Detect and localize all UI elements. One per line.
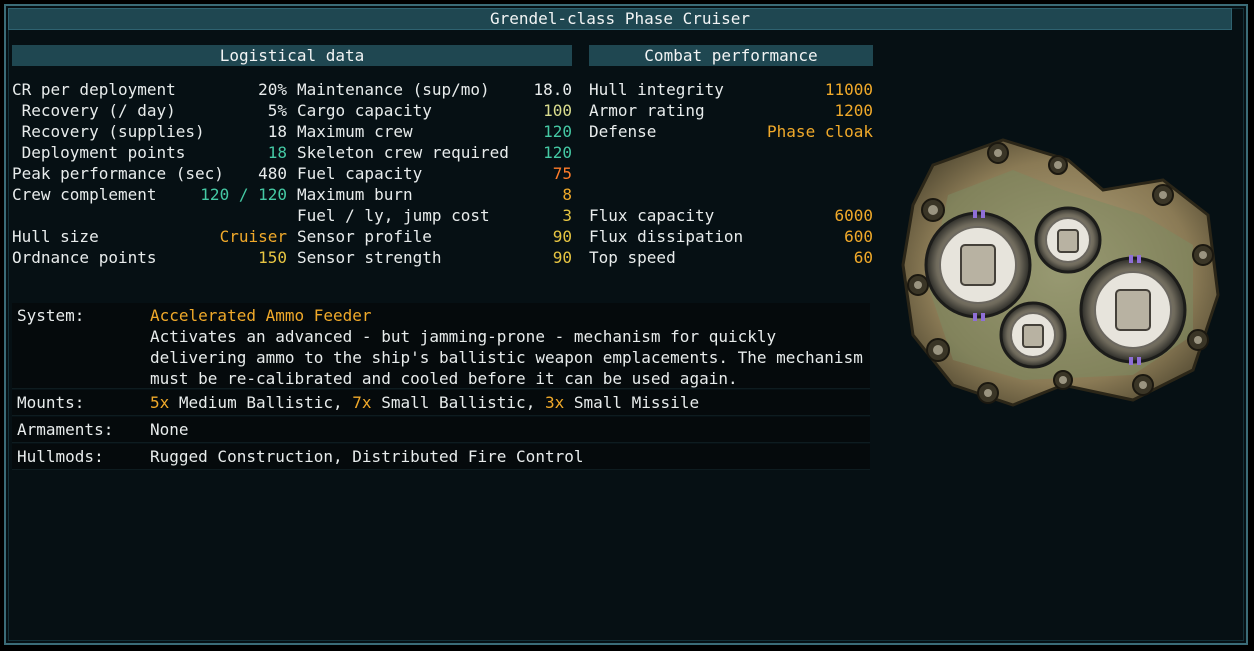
combat-stat-row: Defense Phase cloak <box>589 121 873 142</box>
combat-stat-value: 11000 <box>824 80 873 99</box>
logistics-stat-label: Ordnance points <box>12 248 157 267</box>
logistics-stat-value: 18 <box>267 122 287 141</box>
window-title: Grendel-class Phase Cruiser <box>8 8 1232 30</box>
logistics-stat-row: Peak performance (sec) 480 <box>12 163 287 184</box>
logistics-stat-value: 150 <box>258 248 287 267</box>
combat-stat-row: Hull integrity 11000 <box>589 79 873 100</box>
logistics-stat-row: Recovery (/ day) 5% <box>12 100 287 121</box>
logistics-stat-label: Maximum burn <box>297 185 413 204</box>
mount-count: 7x <box>352 393 372 412</box>
combat-stat-row <box>589 184 873 205</box>
logistics-stat-row: Sensor profile 90 <box>297 226 572 247</box>
logistics-stat-value: 480 <box>258 164 287 183</box>
logistics-stat-value: 18.0 <box>533 80 572 99</box>
combat-stat-value: 6000 <box>834 206 873 225</box>
logistics-stat-row: CR per deployment 20% <box>12 79 287 100</box>
mount-type: Small Missile <box>564 393 700 412</box>
combat-stat-row: Top speed 60 <box>589 247 873 268</box>
mounts-text: 5x Medium Ballistic, 7x Small Ballistic,… <box>150 392 865 413</box>
logistics-stat-value: 3 <box>562 206 572 225</box>
logistics-stat-value: 8 <box>562 185 572 204</box>
armaments-row: Armaments: None <box>12 417 870 443</box>
logistics-stat-row: Crew complement 120 / 120 <box>12 184 287 205</box>
hullmods-label: Hullmods: <box>17 447 104 466</box>
combat-stat-label: Top speed <box>589 248 676 267</box>
logistics-stat-value: 120 <box>543 143 572 162</box>
combat-stat-row: Flux capacity 6000 <box>589 205 873 226</box>
logistics-stat-row: Fuel capacity 75 <box>297 163 572 184</box>
logistics-stat-label: Recovery (/ day) <box>12 101 176 120</box>
logistics-stat-label: Sensor profile <box>297 227 432 246</box>
combat-stat-row <box>589 142 873 163</box>
logistics-stat-row: Ordnance points 150 <box>12 247 287 268</box>
logistics-stat-row: Maximum burn 8 <box>297 184 572 205</box>
combat-stat-row <box>589 163 873 184</box>
logistics-stat-value: Cruiser <box>219 227 287 246</box>
system-label: System: <box>17 306 85 325</box>
logistics-stat-value: 90 <box>552 227 572 246</box>
combat-performance-header: Combat performance <box>589 45 873 66</box>
combat-stat-label: Flux dissipation <box>589 227 744 246</box>
mounts-row: Mounts: 5x Medium Ballistic, 7x Small Ba… <box>12 390 870 416</box>
hullmods-row: Hullmods: Rugged Construction, Distribut… <box>12 444 870 470</box>
logistics-stat-label: Deployment points <box>12 143 186 162</box>
system-name: Accelerated Ammo Feeder <box>150 306 372 325</box>
logistics-stat-label: Peak performance (sec) <box>12 164 224 183</box>
logistics-stat-row: Maintenance (sup/mo) 18.0 <box>297 79 572 100</box>
logistics-stat-label: Crew complement <box>12 185 157 204</box>
logistics-stat-value: 120 / 120 <box>200 185 287 204</box>
combat-stat-value: 600 <box>844 227 873 246</box>
logistics-stat-row: Skeleton crew required 120 <box>297 142 572 163</box>
combat-stat-label: Flux capacity <box>589 206 715 225</box>
logistics-stat-label: Maintenance (sup/mo) <box>297 80 490 99</box>
logistics-stat-row: Recovery (supplies) 18 <box>12 121 287 142</box>
logistics-stat-row: Deployment points 18 <box>12 142 287 163</box>
logistics-stat-value: 20% <box>258 80 287 99</box>
logistics-stat-label: Fuel / ly, jump cost <box>297 206 490 225</box>
combat-stat-value: 60 <box>853 248 873 267</box>
logistics-stat-label: Sensor strength <box>297 248 442 267</box>
logistical-data-header: Logistical data <box>12 45 572 66</box>
combat-stat-label: Defense <box>589 122 657 141</box>
logistics-stat-row: Sensor strength 90 <box>297 247 572 268</box>
mount-count: 3x <box>544 393 565 412</box>
combat-stat-value: 1200 <box>834 101 873 120</box>
logistics-stat-value: 75 <box>552 164 572 183</box>
logistics-stat-value: 5% <box>267 101 287 120</box>
details-panel: System: Accelerated Ammo Feeder Activate… <box>12 303 870 470</box>
hullmods-value: Rugged Construction, Distributed Fire Co… <box>150 447 584 466</box>
logistics-stat-value: 120 <box>543 122 572 141</box>
logistics-stat-label: Fuel capacity <box>297 164 423 183</box>
logistics-stat-label: CR per deployment <box>12 80 176 99</box>
logistics-stat-label: Hull size <box>12 227 99 246</box>
ship-sprite-icon <box>901 138 1220 407</box>
combat-stat-label: Hull integrity <box>589 80 724 99</box>
system-text: Accelerated Ammo Feeder Activates an adv… <box>150 305 865 389</box>
combat-stat-value: Phase cloak <box>767 122 873 141</box>
logistics-stat-row <box>12 205 287 226</box>
mount-type: Medium Ballistic, <box>169 393 353 412</box>
mount-type: Small Ballistic, <box>371 393 545 412</box>
combat-stat-row: Armor rating 1200 <box>589 100 873 121</box>
logistics-stat-label: Skeleton crew required <box>297 143 509 162</box>
armaments-value: None <box>150 420 189 439</box>
logistics-stat-row: Cargo capacity 100 <box>297 100 572 121</box>
logistics-stat-value: 100 <box>543 101 572 120</box>
logistics-stat-row: Hull size Cruiser <box>12 226 287 247</box>
logistics-stat-row: Fuel / ly, jump cost 3 <box>297 205 572 226</box>
logistics-stat-label: Recovery (supplies) <box>12 122 205 141</box>
logistics-stat-value: 18 <box>267 143 287 162</box>
combat-stat-label: Armor rating <box>589 101 705 120</box>
logistics-stat-label: Maximum crew <box>297 122 413 141</box>
logistics-stat-label: Cargo capacity <box>297 101 432 120</box>
logistics-stat-row: Maximum crew 120 <box>297 121 572 142</box>
system-description: Activates an advanced - but jamming-pron… <box>150 327 863 388</box>
armaments-label: Armaments: <box>17 420 114 439</box>
combat-stat-row: Flux dissipation 600 <box>589 226 873 247</box>
mount-count: 5x <box>150 393 170 412</box>
logistics-stat-value: 90 <box>552 248 572 267</box>
mounts-label: Mounts: <box>17 393 85 412</box>
system-row: System: Accelerated Ammo Feeder Activate… <box>12 303 870 389</box>
